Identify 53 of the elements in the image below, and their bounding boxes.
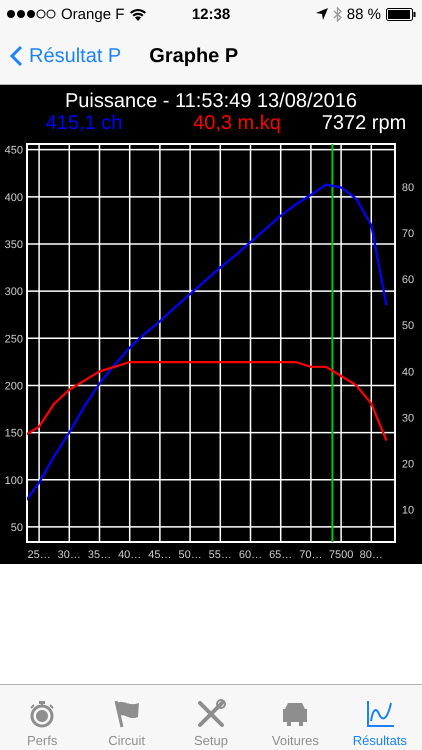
axis-label: 45… [148, 549, 172, 561]
wrench-screwdriver-icon [196, 699, 226, 729]
axis-label: 80 [402, 182, 414, 194]
axis-label: 250 [4, 333, 23, 346]
axis-label: 150 [4, 428, 23, 440]
tab-item[interactable]: Résultats [338, 685, 422, 750]
axis-label: 300 [4, 286, 23, 298]
screen-title: Graphe P [149, 44, 238, 68]
back-button[interactable]: Résultat P [10, 44, 122, 68]
axis-label: 400 [4, 192, 23, 204]
flag-icon [112, 699, 142, 729]
reading-value: 40,3 m.kq [192, 112, 282, 134]
bluetooth-icon [332, 6, 342, 22]
cursor-line[interactable] [331, 144, 334, 542]
location-icon [316, 8, 328, 20]
axis-label: 50… [178, 549, 202, 561]
axis-label: 80… [360, 549, 383, 561]
axis-label: 450 [4, 144, 23, 157]
back-chevron-icon [10, 45, 23, 67]
reading-value: 415,1 ch [44, 112, 124, 134]
clock-time: 12:38 [192, 6, 230, 22]
tab-item[interactable]: Voitures [253, 685, 338, 750]
signal-icon [6, 9, 56, 19]
axis-label: 65… [269, 549, 292, 561]
graph-title: Puissance - 11:53:49 13/08/2016 [64, 90, 358, 112]
axis-label: 7500 [328, 549, 354, 561]
axis-label: 40 [402, 366, 414, 378]
axis-label: 35… [88, 549, 112, 561]
axis-label: 30 [402, 412, 414, 424]
axis-label: 50 [10, 522, 23, 534]
battery-icon [386, 8, 416, 20]
tab-item[interactable]: Perfs [0, 685, 84, 750]
axis-label: 55… [208, 549, 232, 561]
axis-label: 60… [238, 549, 262, 561]
axis-label: 30… [58, 549, 81, 561]
tab-item[interactable]: Setup [168, 685, 254, 750]
reading-value: 7372 rpm [320, 112, 408, 134]
axis-label: 20 [402, 458, 414, 471]
axis-label: 10 [402, 504, 414, 517]
axis-label: 40… [118, 549, 142, 561]
tab-item[interactable]: Circuit [84, 685, 169, 750]
axis-label: 350 [4, 238, 23, 251]
axis-label: 25… [27, 549, 51, 561]
axis-label: 70 [402, 228, 414, 240]
carrier-name: Orange F [61, 6, 124, 22]
axis-label: 70… [299, 549, 323, 561]
battery-percent: 88 % [346, 6, 381, 22]
axis-label: 50 [402, 320, 414, 332]
axis-label: 60 [402, 274, 414, 286]
axis-label: 100 [4, 474, 23, 487]
axis-label: 200 [4, 380, 23, 392]
line-graph-icon [364, 699, 395, 729]
wifi-icon [129, 8, 148, 20]
